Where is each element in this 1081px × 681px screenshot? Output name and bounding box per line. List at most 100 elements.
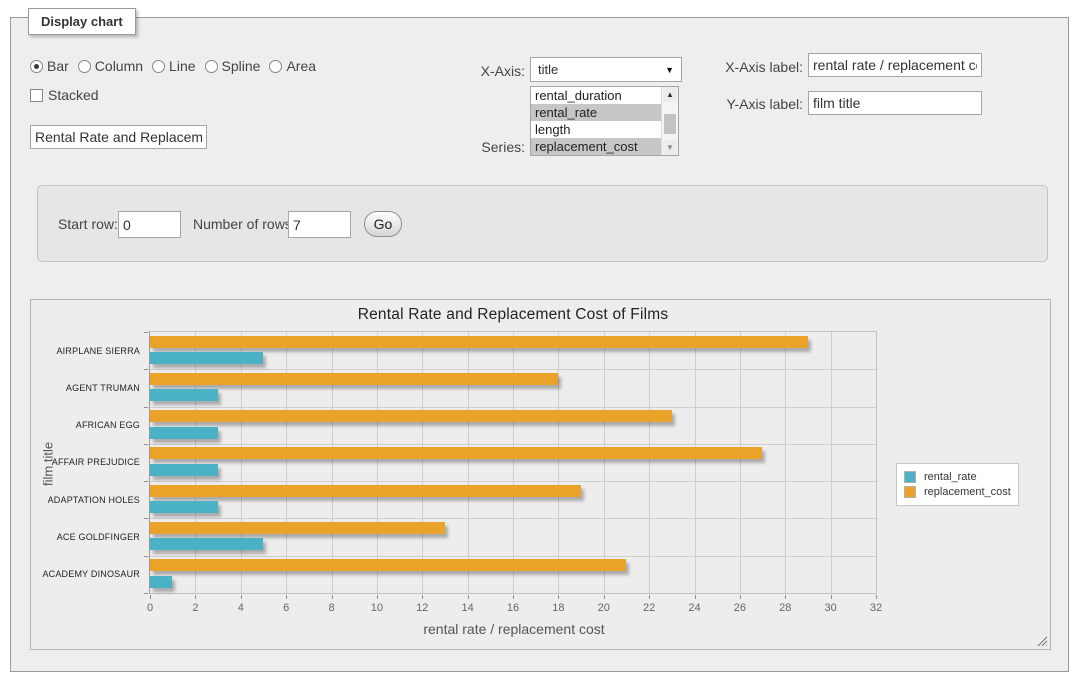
y-category-label: AIRPLANE SIERRA: [36, 332, 140, 369]
radio-label: Bar: [47, 58, 69, 74]
resize-handle-icon[interactable]: [1035, 634, 1047, 646]
gridline-vertical: [785, 332, 786, 593]
stacked-checkbox-row[interactable]: Stacked: [30, 87, 99, 103]
x-axis-tick: [150, 595, 151, 599]
scrollbar-down-icon[interactable]: ▼: [663, 140, 677, 155]
gridline-vertical: [604, 332, 605, 593]
chart-type-option-column[interactable]: Column: [78, 58, 143, 74]
y-category-label: ACADEMY DINOSAUR: [36, 556, 140, 593]
x-tick-label: 16: [498, 602, 528, 614]
gridline-vertical: [422, 332, 423, 593]
x-axis-tick: [513, 595, 514, 599]
legend-entry-rental_rate: rental_rate: [904, 471, 1011, 483]
bar-rental_rate: [150, 576, 172, 588]
gridline-horizontal: [150, 369, 876, 370]
chart-type-option-area[interactable]: Area: [269, 58, 316, 74]
panel-legend: Display chart: [28, 8, 136, 35]
x-axis-label-input[interactable]: [808, 53, 982, 77]
x-axis-tick: [332, 595, 333, 599]
scrollbar-thumb[interactable]: [664, 114, 676, 134]
radio-label: Column: [95, 58, 143, 74]
y-axis-tick: [144, 407, 148, 408]
x-axis-tick: [558, 595, 559, 599]
radio-icon: [152, 60, 165, 73]
y-axis-tick: [144, 556, 148, 557]
radio-label: Area: [286, 58, 316, 74]
x-tick-label: 18: [543, 602, 573, 614]
y-axis-tick: [144, 369, 148, 370]
x-tick-label: 28: [770, 602, 800, 614]
x-axis-tick: [740, 595, 741, 599]
series-scrollbar[interactable]: ▲ ▼: [661, 87, 678, 155]
series-option-length[interactable]: length: [531, 121, 661, 138]
number-of-rows-label: Number of rows:: [193, 216, 296, 232]
stacked-label: Stacked: [48, 87, 99, 103]
gridline-horizontal: [150, 444, 876, 445]
series-listbox-label: Series:: [425, 139, 525, 155]
bar-rental_rate: [150, 352, 263, 364]
y-category-label: ADAPTATION HOLES: [36, 481, 140, 518]
y-axis-tick: [144, 593, 148, 594]
y-category-label: AGENT TRUMAN: [36, 369, 140, 406]
legend-label: rental_rate: [924, 471, 977, 483]
bar-replacement_cost: [150, 336, 808, 348]
x-axis-tick: [241, 595, 242, 599]
x-axis-tick: [604, 595, 605, 599]
y-category-label: AFRICAN EGG: [36, 407, 140, 444]
radio-icon: [269, 60, 282, 73]
x-axis-tick: [649, 595, 650, 599]
chart-title-input[interactable]: [30, 125, 207, 149]
x-axis-title: rental rate / replacement cost: [150, 621, 878, 637]
chart-type-option-bar[interactable]: Bar: [30, 58, 69, 74]
x-axis-tick: [286, 595, 287, 599]
gridline-vertical: [332, 332, 333, 593]
display-chart-screen: Display chart Bar Column Line Spline Area St…: [0, 0, 1081, 681]
gridline-vertical: [468, 332, 469, 593]
gridline-horizontal: [150, 407, 876, 408]
x-axis-select[interactable]: title ▼: [530, 57, 682, 82]
bar-rental_rate: [150, 389, 218, 401]
x-tick-label: 6: [271, 602, 301, 614]
legend-swatch-rental_rate: [904, 471, 916, 483]
x-axis-label-label: X-Axis label:: [701, 59, 803, 75]
series-listbox[interactable]: rental_durationrental_ratelengthreplacem…: [530, 86, 679, 156]
x-axis-tick: [876, 595, 877, 599]
chart-container: Rental Rate and Replacement Cost of Film…: [30, 299, 1051, 650]
number-of-rows-input[interactable]: [288, 211, 351, 238]
y-category-label: ACE GOLDFINGER: [36, 518, 140, 555]
x-tick-label: 8: [317, 602, 347, 614]
radio-label: Line: [169, 58, 195, 74]
gridline-vertical: [195, 332, 196, 593]
series-option-rental_duration[interactable]: rental_duration: [531, 87, 661, 104]
plot-area: rental rate / replacement cost film titl…: [149, 331, 877, 594]
gridline-vertical: [649, 332, 650, 593]
x-axis-tick: [785, 595, 786, 599]
start-row-input[interactable]: [118, 211, 181, 238]
chart-type-option-line[interactable]: Line: [152, 58, 195, 74]
x-tick-label: 10: [362, 602, 392, 614]
x-axis-tick: [695, 595, 696, 599]
dropdown-arrow-icon: ▼: [665, 65, 674, 75]
y-axis-label-input[interactable]: [808, 91, 982, 115]
y-axis-label-label: Y-Axis label:: [701, 96, 803, 112]
bar-replacement_cost: [150, 522, 445, 534]
row-controls-box: Start row: Number of rows: Go: [37, 185, 1048, 262]
x-tick-label: 32: [861, 602, 891, 614]
y-axis-tick: [144, 332, 148, 333]
x-tick-label: 24: [680, 602, 710, 614]
x-tick-label: 12: [407, 602, 437, 614]
scrollbar-up-icon[interactable]: ▲: [663, 87, 677, 102]
stacked-checkbox-icon[interactable]: [30, 89, 43, 102]
gridline-vertical: [241, 332, 242, 593]
bar-rental_rate: [150, 538, 263, 550]
radio-icon: [30, 60, 43, 73]
y-axis-tick: [144, 444, 148, 445]
go-button[interactable]: Go: [364, 211, 402, 237]
series-option-rental_rate[interactable]: rental_rate: [531, 104, 661, 121]
chart-type-option-spline[interactable]: Spline: [205, 58, 261, 74]
series-option-replacement_cost[interactable]: replacement_cost: [531, 138, 661, 155]
bar-rental_rate: [150, 427, 218, 439]
x-tick-label: 4: [226, 602, 256, 614]
x-axis-tick: [422, 595, 423, 599]
legend-label: replacement_cost: [924, 486, 1011, 498]
